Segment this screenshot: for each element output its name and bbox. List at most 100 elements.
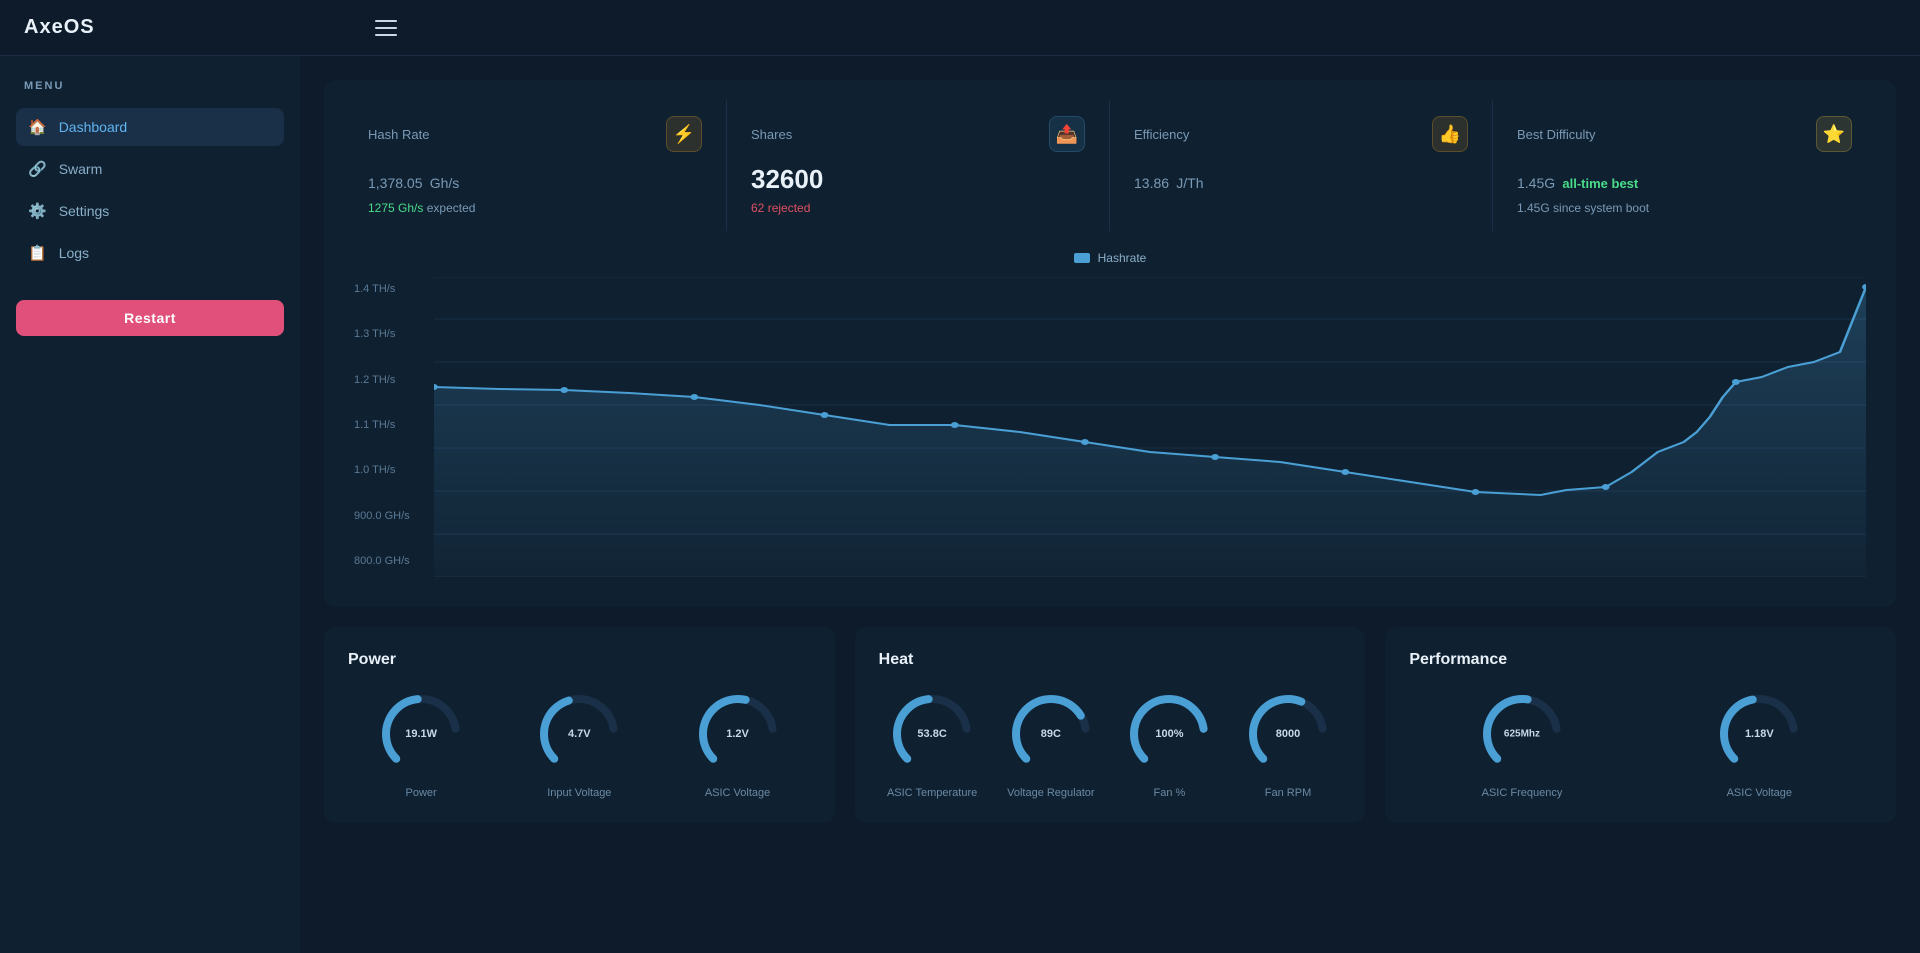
stat-card-efficiency: Efficiency 👍 13.86 J/Th	[1110, 100, 1493, 231]
performance-panel-title: Performance	[1409, 651, 1872, 669]
gauge-vr-temp-label: Voltage Regulator	[1007, 787, 1094, 799]
gauge-fan-rpm-label: Fan RPM	[1265, 787, 1311, 799]
gauge-power-label: Power	[406, 787, 437, 799]
stat-card-difficulty: Best Difficulty ⭐ 1.45G all-time best 1.…	[1493, 100, 1876, 231]
stat-card-hashrate: Hash Rate ⚡ 1,378.05 Gh/s 1275 Gh/s expe…	[344, 100, 727, 231]
stat-card-shares: Shares 📤 32600 62 rejected	[727, 100, 1110, 231]
y-label-4: 1.1 TH/s	[354, 419, 434, 431]
stats-section: Hash Rate ⚡ 1,378.05 Gh/s 1275 Gh/s expe…	[324, 80, 1896, 607]
gauge-asic-freq-svg-wrap: 625Mhz	[1477, 689, 1567, 779]
gauge-vr-temp-value: 89C	[1041, 728, 1061, 740]
topbar: AxeOS	[0, 0, 1920, 56]
hashrate-chart-svg	[434, 277, 1866, 577]
app-body: MENU 🏠 Dashboard 🔗 Swarm ⚙️ Settings 📋 L…	[0, 56, 1920, 953]
gauge-asic-voltage-value: 1.2V	[726, 728, 749, 740]
home-icon: 🏠	[28, 118, 47, 136]
logs-icon: 📋	[28, 244, 47, 262]
chart-legend: Hashrate	[354, 251, 1866, 265]
menu-label: MENU	[16, 80, 284, 92]
gauge-input-voltage-svg-wrap: 4.7V	[534, 689, 624, 779]
difficulty-sub: 1.45G since system boot	[1517, 201, 1852, 215]
sidebar-item-swarm-label: Swarm	[59, 161, 103, 177]
gauge-perf-voltage-label: ASIC Voltage	[1727, 787, 1792, 799]
y-label-5: 1.0 TH/s	[354, 464, 434, 476]
legend-label: Hashrate	[1098, 251, 1147, 265]
gauge-asic-temp-label: ASIC Temperature	[887, 787, 977, 799]
difficulty-value: 1.45G all-time best	[1517, 164, 1852, 195]
shares-rejected: 62 rejected	[751, 201, 1085, 215]
gauge-fan-rpm-value: 8000	[1276, 728, 1300, 740]
gauge-vr-temp-svg-wrap: 89C	[1006, 689, 1096, 779]
gauge-input-voltage-label: Input Voltage	[547, 787, 611, 799]
gauge-fan-rpm-svg-wrap: 8000	[1243, 689, 1333, 779]
gauge-asic-voltage: 1.2V ASIC Voltage	[693, 689, 783, 799]
chart-container: Hashrate 1.4 TH/s 1.3 TH/s 1.2 TH/s 1.1 …	[344, 231, 1876, 587]
sidebar-item-logs[interactable]: 📋 Logs	[16, 234, 284, 272]
swarm-icon: 🔗	[28, 160, 47, 178]
gauge-asic-freq-label: ASIC Frequency	[1482, 787, 1563, 799]
efficiency-icon: 👍	[1432, 116, 1468, 152]
heat-panel-title: Heat	[879, 651, 1342, 669]
gauge-power: 19.1W Power	[376, 689, 466, 799]
gauge-fan-pct-value: 100%	[1155, 728, 1183, 740]
gauge-asic-voltage-svg-wrap: 1.2V	[693, 689, 783, 779]
shares-value: 32600	[751, 164, 1085, 195]
efficiency-title: Efficiency	[1134, 127, 1189, 142]
gauge-asic-temp-svg-wrap: 53.8C	[887, 689, 977, 779]
sidebar-item-swarm[interactable]: 🔗 Swarm	[16, 150, 284, 188]
stats-cards: Hash Rate ⚡ 1,378.05 Gh/s 1275 Gh/s expe…	[344, 100, 1876, 231]
efficiency-value: 13.86 J/Th	[1134, 164, 1468, 195]
gauge-asic-temp-value: 53.8C	[917, 728, 946, 740]
y-label-1: 1.4 TH/s	[354, 283, 434, 295]
difficulty-icon: ⭐	[1816, 116, 1852, 152]
heat-gauges-row: 53.8C ASIC Temperature 89C Voltage Re	[879, 689, 1342, 799]
sidebar-item-logs-label: Logs	[59, 245, 89, 261]
power-panel: Power 19.1W Power	[324, 627, 835, 823]
difficulty-badge: all-time best	[1562, 176, 1638, 191]
restart-button[interactable]: Restart	[16, 300, 284, 336]
hashrate-icon: ⚡	[666, 116, 702, 152]
gauge-asic-temp: 53.8C ASIC Temperature	[887, 689, 977, 799]
gauge-asic-voltage-label: ASIC Voltage	[705, 787, 770, 799]
sidebar-item-dashboard[interactable]: 🏠 Dashboard	[16, 108, 284, 146]
hashrate-value: 1,378.05 Gh/s	[368, 164, 702, 195]
y-label-2: 1.3 TH/s	[354, 328, 434, 340]
hashrate-sub: 1275 Gh/s expected	[368, 201, 702, 215]
bottom-section: Power 19.1W Power	[324, 627, 1896, 823]
shares-icon: 📤	[1049, 116, 1085, 152]
sidebar-item-settings-label: Settings	[59, 203, 110, 219]
power-gauges-row: 19.1W Power 4.7V Input Vol	[348, 689, 811, 799]
hamburger-menu[interactable]	[375, 20, 397, 36]
gauge-fan-pct-svg-wrap: 100%	[1124, 689, 1214, 779]
gauge-perf-voltage-value: 1.18V	[1745, 728, 1774, 740]
gauge-fan-rpm: 8000 Fan RPM	[1243, 689, 1333, 799]
gauge-asic-freq: 625Mhz ASIC Frequency	[1477, 689, 1567, 799]
gauge-perf-voltage-svg-wrap: 1.18V	[1714, 689, 1804, 779]
hashrate-title: Hash Rate	[368, 127, 429, 142]
gauge-fan-pct-label: Fan %	[1154, 787, 1186, 799]
y-label-7: 800.0 GH/s	[354, 555, 434, 567]
main-content: Hash Rate ⚡ 1,378.05 Gh/s 1275 Gh/s expe…	[300, 56, 1920, 953]
sidebar-item-dashboard-label: Dashboard	[59, 119, 128, 135]
gauge-input-voltage-value: 4.7V	[568, 728, 591, 740]
gauge-perf-voltage: 1.18V ASIC Voltage	[1714, 689, 1804, 799]
settings-icon: ⚙️	[28, 202, 47, 220]
y-label-6: 900.0 GH/s	[354, 510, 434, 522]
power-panel-title: Power	[348, 651, 811, 669]
app-logo: AxeOS	[24, 16, 95, 39]
gauge-power-value: 19.1W	[405, 728, 437, 740]
heat-panel: Heat 53.8C ASIC Temperature	[855, 627, 1366, 823]
sidebar: MENU 🏠 Dashboard 🔗 Swarm ⚙️ Settings 📋 L…	[0, 56, 300, 953]
performance-gauges-row: 625Mhz ASIC Frequency 1.18V ASIC Volt	[1409, 689, 1872, 799]
gauge-fan-pct: 100% Fan %	[1124, 689, 1214, 799]
gauge-asic-freq-value: 625Mhz	[1504, 729, 1540, 740]
sidebar-item-settings[interactable]: ⚙️ Settings	[16, 192, 284, 230]
y-label-3: 1.2 TH/s	[354, 374, 434, 386]
gauge-vr-temp: 89C Voltage Regulator	[1006, 689, 1096, 799]
difficulty-title: Best Difficulty	[1517, 127, 1596, 142]
legend-dot	[1074, 253, 1090, 263]
gauge-input-voltage: 4.7V Input Voltage	[534, 689, 624, 799]
performance-panel: Performance 625Mhz ASIC Frequency	[1385, 627, 1896, 823]
shares-title: Shares	[751, 127, 792, 142]
gauge-power-svg-wrap: 19.1W	[376, 689, 466, 779]
